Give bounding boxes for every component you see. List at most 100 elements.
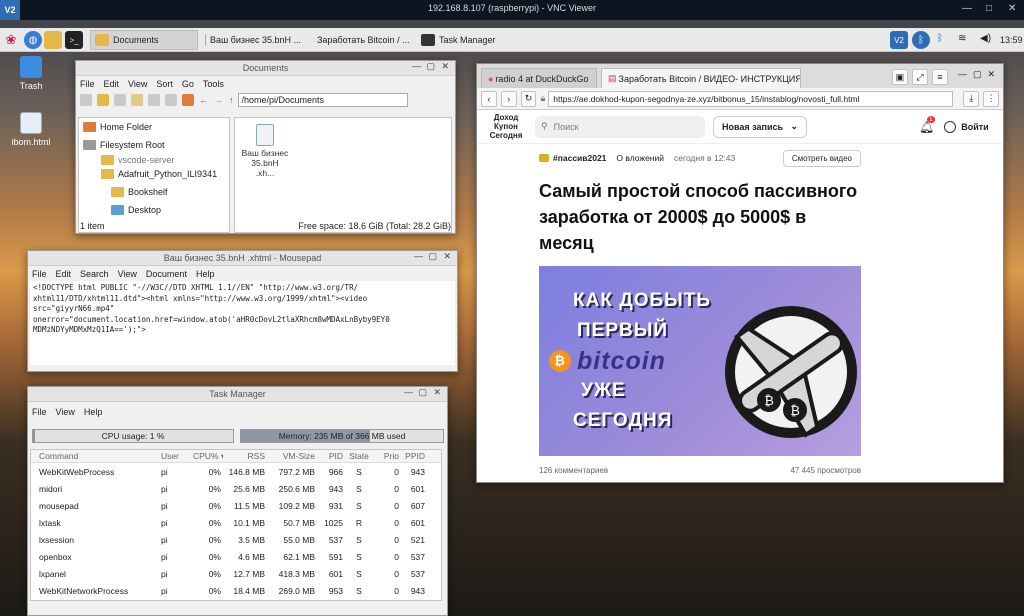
col-prio-header[interactable]: Prio	[373, 451, 401, 461]
col-ppid-header[interactable]: PPID	[401, 451, 427, 461]
vnc-server-icon[interactable]: V2	[890, 31, 908, 49]
more-icon[interactable]: ⋮	[983, 90, 999, 107]
forward-icon[interactable]: ›	[500, 90, 517, 107]
fullscreen-icon[interactable]: ⤢	[911, 69, 928, 85]
close-icon[interactable]: ✕	[987, 69, 995, 85]
minimize-icon[interactable]: —	[958, 69, 967, 85]
table-row[interactable]: lxsession pi 0% 3.5 MB 55.0 MB 537 S 0 521	[31, 531, 441, 548]
col-state-header[interactable]: State	[345, 451, 373, 461]
taskbar-item-mousepad[interactable]: Ваш бизнес 35.bnH ...	[200, 30, 306, 50]
sidebar-toggle-icon[interactable]: ▣	[891, 69, 908, 85]
url-input[interactable]: https://ae.dokhod-kupon-segodnya-ze.xyz/…	[548, 90, 954, 107]
home-icon[interactable]	[182, 94, 194, 106]
table-row[interactable]: mousepad pi 0% 11.5 MB 109.2 MB 931 S 0 607	[31, 497, 441, 514]
new-folder-icon[interactable]	[97, 94, 109, 106]
taskbar-item-task-manager[interactable]: Task Manager	[416, 30, 506, 50]
menu-tools[interactable]: Tools	[203, 79, 224, 89]
thumbnail-view-icon[interactable]	[131, 94, 143, 106]
terminal-launcher-icon[interactable]: >_	[65, 31, 83, 49]
article-tag[interactable]: #пассив2021	[553, 153, 606, 163]
col-vm-size-header[interactable]: VM-Size	[267, 451, 317, 461]
maximize-icon[interactable]: ▢	[418, 387, 427, 398]
taskbar-item-documents[interactable]: Documents	[90, 30, 198, 50]
menu-help[interactable]: Help	[84, 407, 103, 417]
col-user-header[interactable]: User	[159, 451, 191, 461]
menu-icon[interactable]: ≡	[931, 69, 948, 85]
desktop-icon-ibom[interactable]: ibom.html	[6, 112, 56, 147]
back-icon[interactable]: ‹	[481, 90, 497, 107]
col-rss-header[interactable]: RSS	[223, 451, 267, 461]
new-tab-icon[interactable]	[80, 94, 92, 106]
close-icon[interactable]: ✕	[1008, 3, 1016, 14]
wifi-icon[interactable]: ≋	[958, 33, 966, 44]
menu-view[interactable]: View	[128, 79, 147, 89]
maximize-icon[interactable]: ▢	[426, 61, 435, 72]
close-icon[interactable]: ✕	[433, 387, 441, 398]
clock[interactable]: 13:59	[1000, 35, 1023, 45]
table-row[interactable]: WebKitWebProcess pi 0% 146.8 MB 797.2 MB 966 S…	[31, 463, 441, 480]
comments-count[interactable]: 126 комментариев	[539, 466, 608, 475]
site-search-input[interactable]: ⚲ Поиск	[535, 115, 705, 138]
tab-bitcoin[interactable]: ▤ Заработать Bitcoin / ВИДЕО- ИНСТРУКЦИЯ…	[601, 68, 801, 88]
browser-launcher-icon[interactable]: ◍	[24, 31, 42, 49]
reload-icon[interactable]: ↻	[520, 90, 537, 107]
table-row[interactable]: midori pi 0% 25.6 MB 250.6 MB 943 S 0 601	[31, 480, 441, 497]
minimize-icon[interactable]: —	[412, 61, 421, 71]
maximize-icon[interactable]: □	[986, 3, 992, 14]
icon-view-icon[interactable]	[114, 94, 126, 106]
menu-document[interactable]: Document	[146, 269, 187, 279]
menu-go[interactable]: Go	[182, 79, 194, 89]
maximize-icon[interactable]: ▢	[428, 251, 437, 262]
col-cpu-header[interactable]: CPU% ▾	[191, 451, 223, 462]
col-command-header[interactable]: Command	[31, 451, 159, 461]
bluetooth-badge-icon[interactable]: ᛒ	[912, 31, 930, 49]
close-icon[interactable]: ✕	[443, 251, 451, 262]
share-icon[interactable]: ⤓	[963, 90, 980, 107]
tab-duckduckgo[interactable]: ● radio 4 at DuckDuckGo	[481, 68, 597, 88]
file-item[interactable]: Ваш бизнес 35.bnH .xh...	[241, 124, 289, 178]
new-post-button[interactable]: Новая запись ⌄	[713, 115, 807, 138]
window-title[interactable]: Ваш бизнес 35.bnH .xhtml - Mousepad	[28, 251, 457, 266]
volume-icon[interactable]: ◀)	[980, 33, 991, 44]
menu-search[interactable]: Search	[80, 269, 109, 279]
minimize-icon[interactable]: —	[404, 387, 413, 397]
sidebar-item-bookshelf[interactable]: Bookshelf	[79, 183, 229, 201]
login-button[interactable]: Войти	[944, 120, 989, 133]
sidebar-item-home[interactable]: Home Folder	[79, 118, 229, 136]
menu-file[interactable]: File	[80, 79, 95, 89]
close-icon[interactable]: ✕	[441, 61, 449, 72]
minimize-icon[interactable]: —	[414, 251, 423, 261]
up-icon[interactable]: ↑	[229, 95, 234, 105]
sidebar-item-adafruit[interactable]: Adafruit_Python_ILI9341	[79, 165, 229, 183]
text-editor[interactable]: <!DOCTYPE html PUBLIC "-//W3C//DTD XHTML…	[30, 281, 455, 365]
raspberry-menu-icon[interactable]: ❀	[2, 31, 20, 49]
col-pid-header[interactable]: PID	[317, 451, 345, 461]
site-logo[interactable]: Доход Купон Сегодня	[483, 113, 529, 140]
menu-view[interactable]: View	[118, 269, 137, 279]
menu-view[interactable]: View	[56, 407, 75, 417]
watch-video-button[interactable]: Смотреть видео	[782, 149, 861, 167]
sidebar-item-root[interactable]: Filesystem Root	[79, 136, 229, 154]
article-tag-secondary[interactable]: О вложений	[616, 153, 664, 163]
forward-icon[interactable]: →	[214, 95, 223, 105]
table-row[interactable]: lxpanel pi 0% 12.7 MB 418.3 MB 601 S 0 537	[31, 565, 441, 582]
path-input[interactable]: /home/pi/Documents	[237, 93, 408, 107]
menu-help[interactable]: Help	[196, 269, 215, 279]
bluetooth-icon[interactable]: ᛒ	[937, 33, 943, 44]
maximize-icon[interactable]: ▢	[973, 69, 982, 85]
taskbar-item-browser[interactable]: Заработать Bitcoin / ...	[308, 30, 414, 50]
sidebar-item-desktop[interactable]: Desktop	[79, 201, 229, 219]
menu-file[interactable]: File	[32, 269, 47, 279]
back-icon[interactable]: ←	[199, 95, 208, 105]
window-title[interactable]: Documents	[76, 61, 455, 76]
notifications-button[interactable]: 🔔︎ 1	[919, 115, 935, 134]
list-view-icon[interactable]	[165, 94, 177, 106]
compact-view-icon[interactable]	[148, 94, 160, 106]
desktop-icon-trash[interactable]: Trash	[6, 56, 56, 91]
menu-edit[interactable]: Edit	[56, 269, 72, 279]
menu-sort[interactable]: Sort	[156, 79, 173, 89]
table-row[interactable]: WebKitNetworkProcess pi 0% 18.4 MB 269.0 MB 9…	[31, 582, 441, 599]
table-row[interactable]: lxtask pi 0% 10.1 MB 50.7 MB 1025 R 0 601	[31, 514, 441, 531]
menu-edit[interactable]: Edit	[104, 79, 120, 89]
window-title[interactable]: Task Manager	[28, 387, 447, 402]
